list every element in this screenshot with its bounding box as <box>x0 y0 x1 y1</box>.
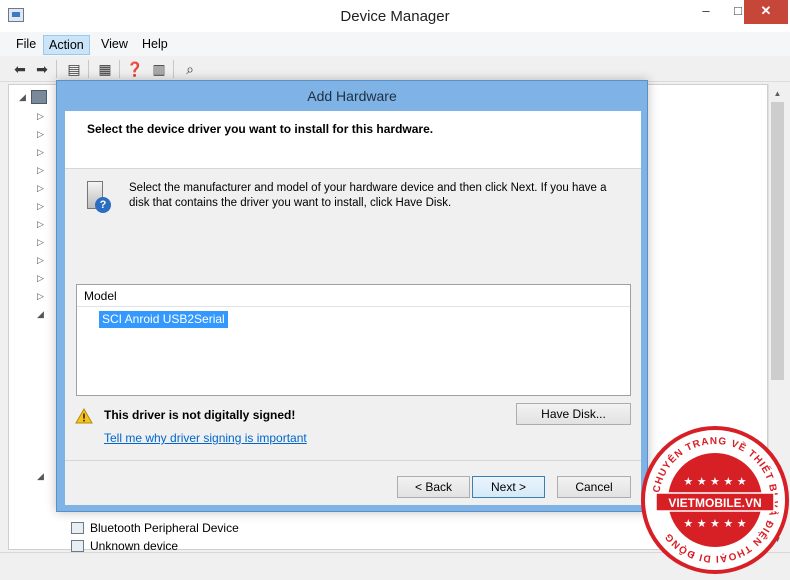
menu-file[interactable]: File <box>11 35 41 55</box>
device-icon <box>71 522 84 534</box>
svg-text:VIETMOBILE.VN: VIETMOBILE.VN <box>668 496 761 510</box>
help-icon[interactable]: ❓ <box>125 59 145 79</box>
model-column-header[interactable]: Model <box>77 285 630 307</box>
dialog-title: Add Hardware <box>307 88 397 104</box>
tree-item-bluetooth-peripheral-device[interactable]: Bluetooth Peripheral Device <box>71 520 239 536</box>
show-hide-console-tree-icon[interactable]: ▤ <box>64 59 84 79</box>
device-manager-titlebar: Device Manager – □ ✕ <box>0 0 790 32</box>
unsigned-driver-warning: This driver is not digitally signed! <box>104 408 296 422</box>
tree-collapse-arrow-icon[interactable]: ▷ <box>37 219 44 230</box>
dialog-header: Select the device driver you want to ins… <box>65 111 641 169</box>
cancel-button[interactable]: Cancel <box>557 476 631 498</box>
tree-expand-arrow-icon[interactable]: ◢ <box>37 471 44 482</box>
tree-expand-arrow-icon[interactable]: ◢ <box>19 92 26 103</box>
vietmobile-watermark-logo: CHUYÊN TRANG VỀ THIẾT BỊ VÀ ĐIỆN THOẠI D… <box>641 426 789 574</box>
have-disk-button[interactable]: Have Disk... <box>516 403 631 425</box>
menu-bar: File Action View Help <box>0 32 790 56</box>
tree-collapse-arrow-icon[interactable]: ▷ <box>37 183 44 194</box>
scrollbar-thumb[interactable] <box>771 102 784 380</box>
back-arrow-icon[interactable]: ⬅ <box>10 59 30 79</box>
menu-action[interactable]: Action <box>43 35 90 55</box>
driver-signing-link[interactable]: Tell me why driver signing is important <box>104 431 307 445</box>
show-action-pane-icon[interactable]: ▥ <box>149 59 169 79</box>
svg-text:★ ★ ★ ★ ★: ★ ★ ★ ★ ★ <box>683 517 746 530</box>
tree-item-label: Bluetooth Peripheral Device <box>90 521 239 535</box>
toolbar: ⬅ ➡ ▤ ▦ ❓ ▥ ⌕ <box>0 56 790 82</box>
tree-collapse-arrow-icon[interactable]: ▷ <box>37 273 44 284</box>
window-title: Device Manager <box>340 8 450 25</box>
tree-collapse-arrow-icon[interactable]: ▷ <box>37 237 44 248</box>
menu-help[interactable]: Help <box>137 35 173 55</box>
instructions-text: Select the manufacturer and model of you… <box>129 182 607 209</box>
toolbar-separator <box>88 60 89 78</box>
add-hardware-dialog: Add Hardware Select the device driver yo… <box>56 80 648 512</box>
tree-expand-arrow-icon[interactable]: ◢ <box>37 309 44 320</box>
tree-collapse-arrow-icon[interactable]: ▷ <box>37 165 44 176</box>
unknown-device-icon <box>71 540 84 552</box>
warning-icon <box>75 408 93 424</box>
forward-arrow-icon[interactable]: ➡ <box>32 59 52 79</box>
scroll-up-arrow-icon[interactable]: ▲ <box>769 86 786 102</box>
minimize-button[interactable]: – <box>690 0 722 24</box>
toolbar-separator <box>56 60 57 78</box>
hardware-driver-icon: ? <box>87 181 111 213</box>
dialog-body: Select the device driver you want to ins… <box>65 111 641 505</box>
dialog-divider <box>65 460 641 461</box>
toolbar-separator <box>173 60 174 78</box>
tree-collapse-arrow-icon[interactable]: ▷ <box>37 129 44 140</box>
dialog-header-text: Select the device driver you want to ins… <box>87 122 434 136</box>
tree-collapse-arrow-icon[interactable]: ▷ <box>37 147 44 158</box>
model-list[interactable]: Model SCI Anroid USB2Serial <box>76 284 631 396</box>
tree-collapse-arrow-icon[interactable]: ▷ <box>37 111 44 122</box>
scan-hardware-changes-icon[interactable]: ⌕ <box>180 59 200 79</box>
computer-icon <box>31 90 47 104</box>
back-button[interactable]: < Back <box>397 476 470 498</box>
properties-icon[interactable]: ▦ <box>95 59 115 79</box>
menu-view[interactable]: View <box>96 35 133 55</box>
tree-collapse-arrow-icon[interactable]: ▷ <box>37 201 44 212</box>
tree-collapse-arrow-icon[interactable]: ▷ <box>37 255 44 266</box>
model-list-item-selected[interactable]: SCI Anroid USB2Serial <box>99 311 228 328</box>
next-button[interactable]: Next > <box>472 476 545 498</box>
tree-collapse-arrow-icon[interactable]: ▷ <box>37 291 44 302</box>
svg-text:★ ★ ★ ★ ★: ★ ★ ★ ★ ★ <box>683 475 746 488</box>
toolbar-separator <box>119 60 120 78</box>
tree-item-label: Unknown device <box>90 539 179 553</box>
close-button[interactable]: ✕ <box>744 0 788 24</box>
